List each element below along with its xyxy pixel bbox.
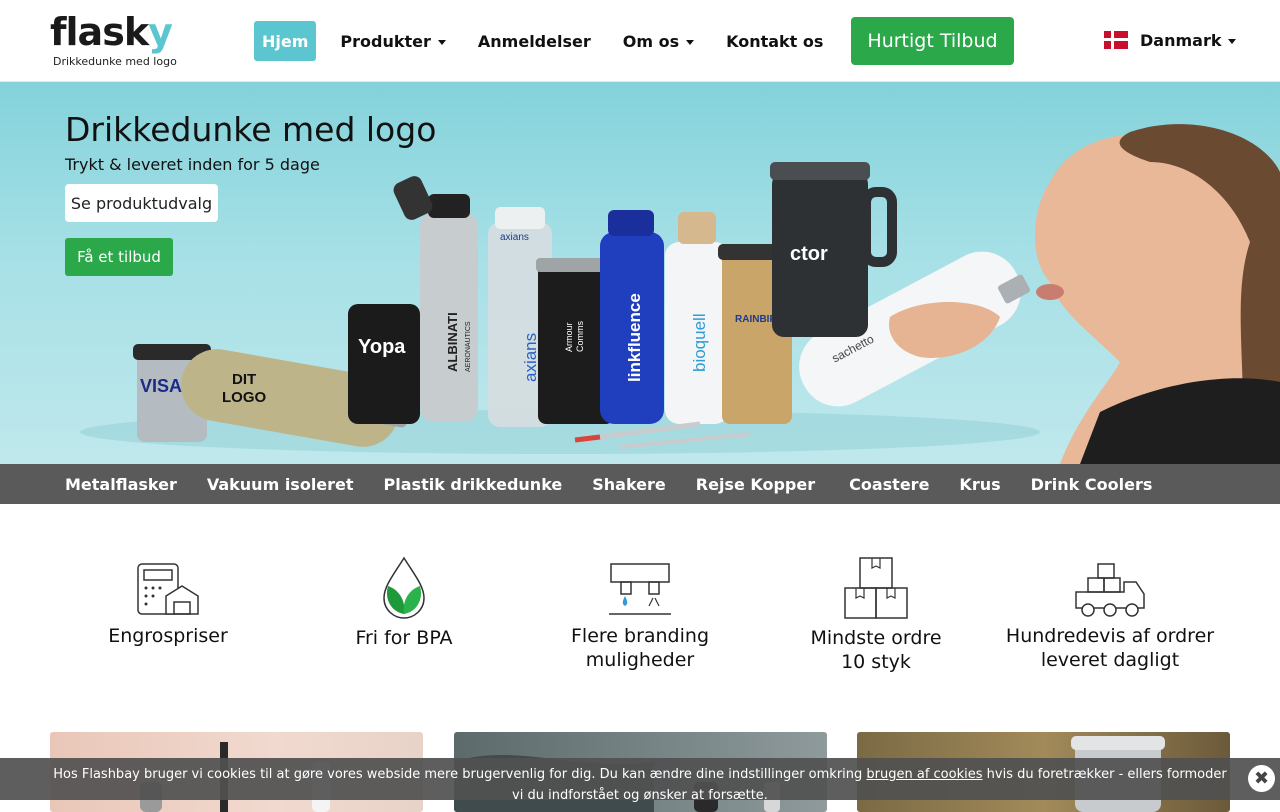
svg-text:axians: axians bbox=[521, 333, 540, 382]
feature-branding-options: Flere branding muligheder bbox=[530, 556, 750, 672]
category-link[interactable]: Rejse Kopper bbox=[696, 475, 815, 494]
feature-wholesale-prices: Engrospriser bbox=[58, 556, 278, 648]
feature-title-line1: Mindste ordre bbox=[810, 627, 942, 649]
calculator-warehouse-icon bbox=[137, 563, 199, 615]
category-link[interactable]: Krus bbox=[959, 475, 1000, 494]
svg-text:AERONAUTICS: AERONAUTICS bbox=[465, 321, 472, 372]
nav-item-produkter[interactable]: Produkter bbox=[332, 21, 453, 61]
woman-drinking-illustration bbox=[1035, 82, 1280, 464]
svg-text:VISA: VISA bbox=[140, 376, 182, 396]
nav-item-kontakt-os[interactable]: Kontakt os bbox=[718, 21, 831, 61]
quick-quote-button[interactable]: Hurtigt Tilbud bbox=[851, 17, 1014, 65]
flasky-logo[interactable]: flasky Drikkedunke med logo bbox=[50, 12, 180, 70]
logo-tagline: Drikkedunke med logo bbox=[53, 55, 177, 68]
category-link[interactable]: Coastere bbox=[849, 475, 929, 494]
svg-text:ctor: ctor bbox=[790, 243, 828, 265]
feature-title-line2: leveret dagligt bbox=[1040, 649, 1180, 671]
category-bar: Metalflasker Vakuum isoleret Plastik dri… bbox=[0, 464, 1280, 504]
close-icon[interactable]: ✖ bbox=[1248, 765, 1275, 792]
get-quote-button[interactable]: Få et tilbud bbox=[65, 238, 173, 276]
svg-text:Armour: Armour bbox=[564, 322, 574, 352]
chevron-down-icon bbox=[437, 39, 446, 45]
nav-item-anmeldelser[interactable]: Anmeldelser bbox=[470, 21, 599, 61]
nav-item-om-os[interactable]: Om os bbox=[615, 21, 702, 61]
category-link[interactable]: Drink Coolers bbox=[1031, 475, 1153, 494]
feature-title: Engrospriser bbox=[108, 625, 228, 647]
language-selector[interactable]: Danmark bbox=[1104, 28, 1237, 52]
feature-bpa-free: Fri for BPA bbox=[294, 556, 514, 650]
delivery-truck-icon bbox=[1075, 563, 1145, 617]
yopa-tumbler-illustration: Yopa bbox=[348, 304, 420, 424]
feature-title-line1: Flere branding bbox=[570, 625, 710, 647]
denmark-flag-icon bbox=[1104, 31, 1128, 49]
category-link[interactable]: Shakere bbox=[592, 475, 666, 494]
main-nav: Hjem Produkter Anmeldelser Om os Kontakt… bbox=[254, 21, 847, 61]
feature-title-line2: muligheder bbox=[585, 649, 695, 671]
nav-item-hjem[interactable]: Hjem bbox=[254, 21, 317, 61]
svg-text:linkfluence: linkfluence bbox=[625, 293, 644, 382]
category-link[interactable]: Metalflasker bbox=[65, 475, 177, 494]
product-range-button[interactable]: Se produktudvalg bbox=[65, 184, 218, 222]
svg-text:LOGO: LOGO bbox=[222, 389, 266, 406]
printer-icon bbox=[609, 563, 671, 615]
svg-text:ALBINATI: ALBINATI bbox=[445, 312, 460, 372]
chevron-down-icon bbox=[686, 39, 695, 45]
logo-wordmark: flasky bbox=[50, 10, 173, 54]
hero-title: Drikkedunke med logo bbox=[65, 110, 437, 149]
feature-title: Fri for BPA bbox=[355, 627, 453, 649]
site-header: flasky Drikkedunke med logo Hjem Produkt… bbox=[0, 0, 1280, 82]
bioquell-bottle-illustration: bioquell bbox=[665, 212, 729, 424]
svg-text:Yopa: Yopa bbox=[358, 336, 406, 358]
svg-text:bioquell: bioquell bbox=[690, 313, 709, 372]
leaf-drop-icon bbox=[383, 556, 425, 619]
cookie-policy-link[interactable]: brugen af cookies bbox=[866, 767, 982, 782]
feature-minimum-order: Mindste ordre 10 styk bbox=[766, 556, 986, 674]
hero-subtitle: Trykt & leveret inden for 5 dage bbox=[65, 155, 320, 174]
feature-title-line1: Hundredevis af ordrer bbox=[1005, 625, 1215, 647]
linkfluence-bottle-illustration: linkfluence bbox=[600, 210, 664, 424]
cookie-banner: Hos Flashbay bruger vi cookies til at gø… bbox=[0, 758, 1280, 803]
boxes-icon bbox=[844, 557, 908, 619]
chevron-down-icon bbox=[1228, 38, 1237, 44]
svg-text:axians: axians bbox=[500, 232, 529, 243]
feature-daily-delivery: Hundredevis af ordrer leveret dagligt bbox=[1000, 556, 1220, 672]
hero-banner: sachetto VISA DIT LOGO Yopa ALBINATI AER… bbox=[0, 82, 1280, 464]
category-link[interactable]: Vakuum isoleret bbox=[207, 475, 354, 494]
svg-text:DIT: DIT bbox=[232, 371, 256, 388]
svg-text:Comms: Comms bbox=[575, 321, 585, 352]
language-label: Danmark bbox=[1140, 30, 1222, 50]
category-link[interactable]: Plastik drikkedunke bbox=[384, 475, 563, 494]
feature-title-line2: 10 styk bbox=[841, 651, 911, 673]
